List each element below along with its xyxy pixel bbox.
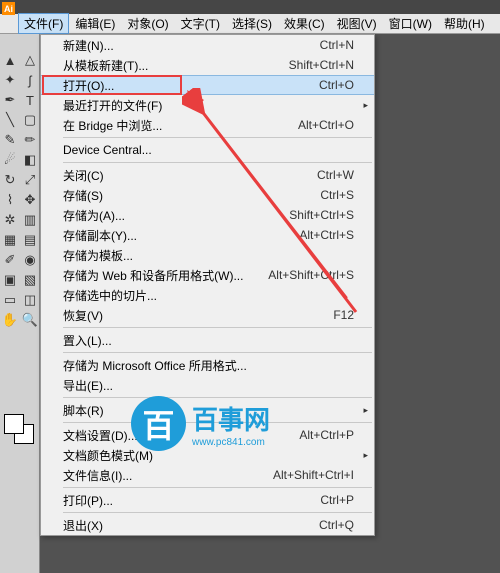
menu-item-revert[interactable]: 恢复(V)F12 (41, 305, 374, 325)
separator (63, 512, 372, 513)
menu-item-save[interactable]: 存储(S)Ctrl+S (41, 185, 374, 205)
menu-item-print[interactable]: 打印(P)...Ctrl+P (41, 490, 374, 510)
eraser-tool-icon[interactable]: ◧ (20, 150, 40, 170)
brush-tool-icon[interactable]: ✎ (0, 130, 20, 150)
fill-color-icon[interactable] (4, 414, 24, 434)
lasso-tool-icon[interactable]: ʃ (20, 70, 40, 90)
live-paint-select-tool-icon[interactable]: ▧ (20, 270, 40, 290)
zoom-tool-icon[interactable]: 🔍 (20, 310, 40, 330)
menubar[interactable]: 文件(F) 编辑(E) 对象(O) 文字(T) 选择(S) 效果(C) 视图(V… (0, 14, 500, 34)
separator (63, 352, 372, 353)
file-menu-dropdown[interactable]: 新建(N)...Ctrl+N 从模板新建(T)...Shift+Ctrl+N 打… (40, 34, 375, 536)
menu-file[interactable]: 文件(F) (18, 13, 69, 34)
menu-item-recent-files[interactable]: 最近打开的文件(F) (41, 95, 374, 115)
watermark-text: 百事网 (192, 400, 270, 437)
menu-item-open[interactable]: 打开(O)...Ctrl+O (41, 75, 374, 95)
menu-item-save-slices[interactable]: 存储选中的切片... (41, 285, 374, 305)
menu-item-save-ms-office[interactable]: 存储为 Microsoft Office 所用格式... (41, 355, 374, 375)
menu-window[interactable]: 窗口(W) (383, 13, 438, 34)
menu-item-save-web[interactable]: 存储为 Web 和设备所用格式(W)...Alt+Shift+Ctrl+S (41, 265, 374, 285)
graph-tool-icon[interactable]: ▥ (20, 210, 40, 230)
free-transform-tool-icon[interactable]: ✥ (20, 190, 40, 210)
separator (63, 162, 372, 163)
line-tool-icon[interactable]: ╲ (0, 110, 20, 130)
symbol-sprayer-tool-icon[interactable]: ✲ (0, 210, 20, 230)
eyedropper-tool-icon[interactable]: ✐ (0, 250, 20, 270)
separator (63, 137, 372, 138)
menu-item-save-copy[interactable]: 存储副本(Y)...Alt+Ctrl+S (41, 225, 374, 245)
color-swatch[interactable] (4, 414, 34, 444)
menu-object[interactable]: 对象(O) (121, 13, 174, 34)
menu-item-file-info[interactable]: 文件信息(I)...Alt+Shift+Ctrl+I (41, 465, 374, 485)
menu-effect[interactable]: 效果(C) (278, 13, 331, 34)
menu-text[interactable]: 文字(T) (175, 13, 226, 34)
menu-item-quit[interactable]: 退出(X)Ctrl+Q (41, 515, 374, 535)
menu-item-new-template[interactable]: 从模板新建(T)...Shift+Ctrl+N (41, 55, 374, 75)
menu-item-close[interactable]: 关闭(C)Ctrl+W (41, 165, 374, 185)
type-tool-icon[interactable]: T (20, 90, 40, 110)
menu-edit[interactable]: 编辑(E) (69, 13, 121, 34)
magic-wand-tool-icon[interactable]: ✦ (0, 70, 20, 90)
hand-tool-icon[interactable]: ✋ (0, 310, 20, 330)
watermark-url: www.pc841.com (192, 437, 270, 448)
toolbox[interactable]: ▲△ ✦ʃ ✒T ╲▢ ✎✏ ☄◧ ↻⤢ ⌇✥ ✲▥ ▦▤ ✐◉ ▣▧ ▭◫ ✋… (0, 34, 40, 573)
selection-tool-icon[interactable]: ▲ (0, 50, 20, 70)
menu-item-export[interactable]: 导出(E)... (41, 375, 374, 395)
pencil-tool-icon[interactable]: ✏ (20, 130, 40, 150)
blend-tool-icon[interactable]: ◉ (20, 250, 40, 270)
menu-item-browse-bridge[interactable]: 在 Bridge 中浏览...Alt+Ctrl+O (41, 115, 374, 135)
menu-item-device-central[interactable]: Device Central... (41, 140, 374, 160)
live-paint-tool-icon[interactable]: ▣ (0, 270, 20, 290)
warp-tool-icon[interactable]: ⌇ (0, 190, 20, 210)
scale-tool-icon[interactable]: ⤢ (20, 170, 40, 190)
menu-item-place[interactable]: 置入(L)... (41, 330, 374, 350)
titlebar (0, 0, 500, 14)
watermark: 百 百事网 www.pc841.com (131, 396, 270, 451)
gradient-tool-icon[interactable]: ▤ (20, 230, 40, 250)
menu-item-new[interactable]: 新建(N)...Ctrl+N (41, 35, 374, 55)
mesh-tool-icon[interactable]: ▦ (0, 230, 20, 250)
menu-item-save-template[interactable]: 存储为模板... (41, 245, 374, 265)
app-icon: Ai (2, 2, 15, 15)
menu-item-save-as[interactable]: 存储为(A)...Shift+Ctrl+S (41, 205, 374, 225)
menu-view[interactable]: 视图(V) (331, 13, 383, 34)
slice-tool-icon[interactable]: ◫ (20, 290, 40, 310)
menu-help[interactable]: 帮助(H) (438, 13, 491, 34)
blob-brush-tool-icon[interactable]: ☄ (0, 150, 20, 170)
separator (63, 327, 372, 328)
pen-tool-icon[interactable]: ✒ (0, 90, 20, 110)
direct-select-tool-icon[interactable]: △ (20, 50, 40, 70)
menu-select[interactable]: 选择(S) (226, 13, 278, 34)
rotate-tool-icon[interactable]: ↻ (0, 170, 20, 190)
artboard-tool-icon[interactable]: ▭ (0, 290, 20, 310)
watermark-icon: 百 (131, 396, 186, 451)
rectangle-tool-icon[interactable]: ▢ (20, 110, 40, 130)
separator (63, 487, 372, 488)
